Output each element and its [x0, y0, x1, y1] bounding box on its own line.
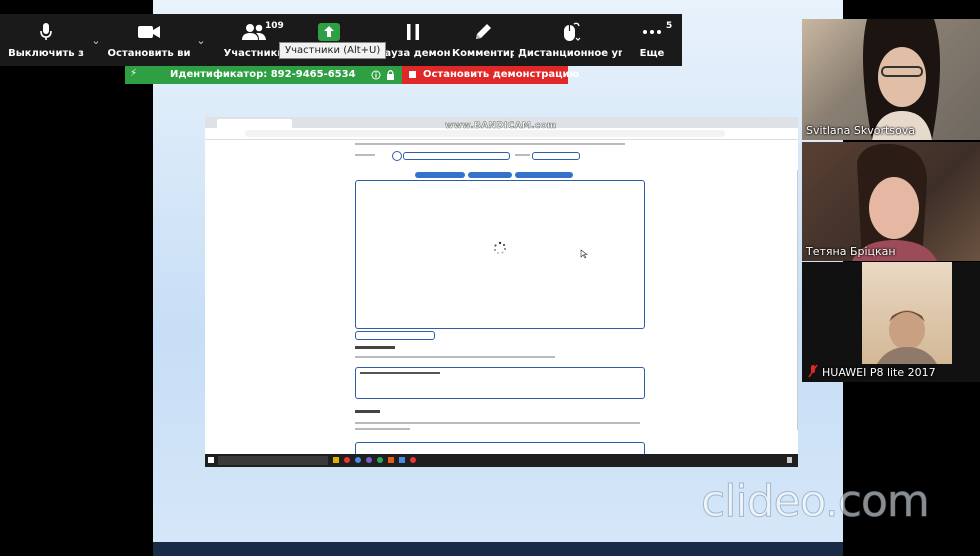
pause-icon	[376, 21, 450, 43]
page-scrollbar	[797, 170, 798, 430]
pill-button	[468, 172, 512, 178]
browser-page-content	[205, 140, 798, 464]
stop-video-button[interactable]: Остановить ви	[106, 14, 192, 66]
audio-options-caret[interactable]: ⌄	[88, 34, 104, 48]
clideo-watermark: clideo.com	[701, 476, 931, 528]
taskbar-app-icon	[355, 457, 361, 463]
participant-avatar	[852, 143, 937, 261]
pause-share-label: Пауза демонс	[376, 48, 450, 59]
text-line	[355, 422, 640, 424]
taskbar-app-icon	[366, 457, 372, 463]
participants-tooltip: Участники (Alt+U)	[279, 42, 387, 59]
shared-browser-window: www.BANDICAM.com	[205, 117, 798, 467]
participant-video-tile[interactable]: HUAWEI P8 lite 2017	[802, 262, 980, 382]
browser-url-field	[245, 130, 725, 137]
meeting-info-bar: ⚡ Идентификатор: 892-9465-6534	[125, 66, 402, 84]
stop-share-label: Остановить демонстрацию	[423, 69, 580, 80]
participant-name: HUAWEI P8 lite 2017	[822, 366, 936, 379]
participant-video-tile[interactable]: Svitlana Skvortsova	[802, 19, 980, 140]
windows-taskbar	[205, 454, 798, 467]
pause-share-button[interactable]: Пауза демонс	[376, 14, 450, 66]
share-screen-icon	[307, 21, 351, 43]
muted-microphone-icon	[808, 364, 818, 378]
section-heading	[355, 410, 380, 413]
participant-name: Тетяна Бріцкан	[806, 245, 896, 258]
stop-square-icon	[409, 71, 416, 78]
feedback-textarea	[355, 367, 645, 399]
lock-icon	[387, 70, 394, 80]
taskbar-app-icon	[344, 457, 350, 463]
bandicam-watermark: www.BANDICAM.com	[445, 121, 557, 132]
text-input	[403, 152, 510, 160]
notification-icon	[787, 457, 792, 463]
mute-button[interactable]: Выключить з	[0, 14, 92, 66]
participant-avatar	[877, 310, 937, 364]
text-line	[360, 372, 440, 374]
annotate-button[interactable]: Комментир	[452, 14, 514, 66]
participant-video-feed	[862, 262, 952, 364]
select-input	[532, 152, 580, 160]
participant-avatar	[863, 19, 941, 140]
group-icon	[392, 151, 402, 161]
info-icon[interactable]	[371, 70, 381, 80]
pill-button	[515, 172, 573, 178]
meeting-id: Идентификатор: 892-9465-6534	[170, 69, 356, 80]
participants-label: Участники	[223, 48, 285, 59]
mouse-icon	[518, 21, 622, 43]
text-line	[355, 356, 555, 358]
shared-screen-bottom-strip	[153, 542, 843, 556]
taskbar-app-icon	[399, 457, 405, 463]
annotate-label: Комментир	[452, 48, 514, 59]
connection-signal-icon: ⚡	[130, 68, 138, 79]
windows-start-icon	[208, 457, 214, 463]
browser-tab	[217, 119, 292, 128]
microphone-icon	[0, 21, 92, 43]
loading-spinner-icon	[494, 241, 506, 254]
remote-control-label: Дистанционное уп	[518, 48, 622, 59]
text-line	[355, 428, 410, 430]
participants-count: 109	[265, 21, 284, 31]
text-input	[355, 331, 435, 340]
mouse-cursor-icon	[580, 249, 588, 259]
more-count: 5	[666, 21, 673, 31]
image-upload-box	[355, 180, 645, 329]
stop-share-button[interactable]: Остановить демонстрацию	[402, 66, 579, 84]
mute-label: Выключить з	[8, 48, 84, 59]
taskbar-app-icon	[333, 457, 339, 463]
text-line	[355, 143, 625, 145]
taskbar-app-icon	[388, 457, 394, 463]
video-camera-icon	[106, 21, 192, 43]
taskbar-app-icon	[410, 457, 416, 463]
pencil-icon	[452, 21, 514, 43]
more-label: Еще	[639, 48, 665, 59]
taskbar-search-box	[218, 456, 328, 465]
taskbar-app-icon	[377, 457, 383, 463]
stop-video-label: Остановить ви	[107, 48, 191, 59]
text-line	[355, 154, 375, 156]
section-heading	[355, 346, 395, 349]
pill-button	[415, 172, 465, 178]
remote-control-button[interactable]: Дистанционное уп	[518, 14, 622, 66]
video-options-caret[interactable]: ⌄	[193, 34, 209, 48]
participant-name: Svitlana Skvortsova	[806, 124, 916, 137]
text-line	[515, 154, 530, 156]
participant-video-tile[interactable]: Тетяна Бріцкан	[802, 142, 980, 261]
